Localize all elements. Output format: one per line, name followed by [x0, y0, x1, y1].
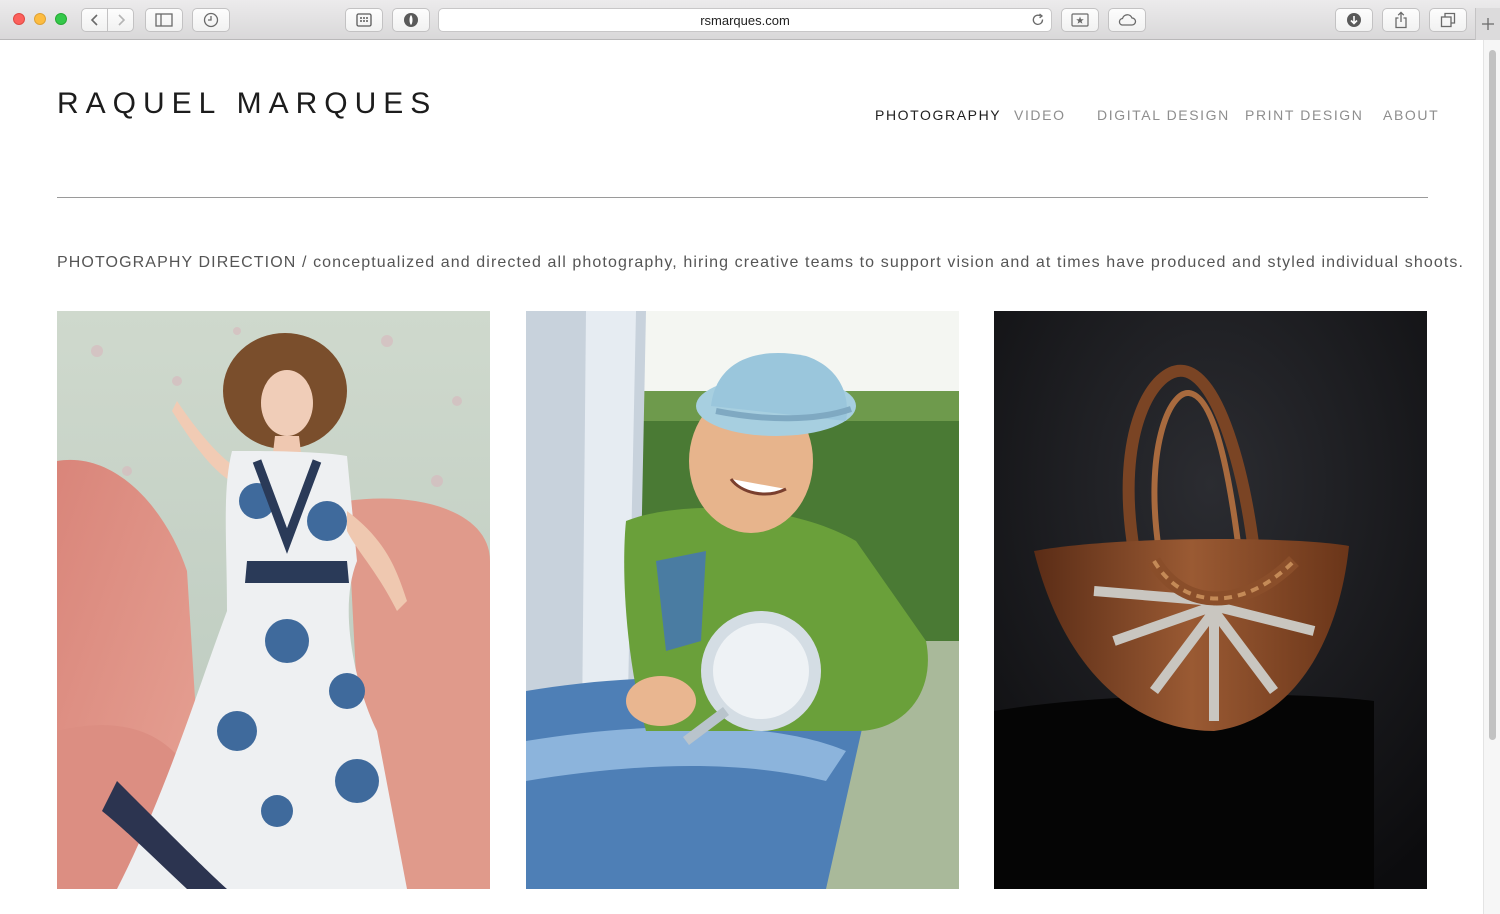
chevron-left-icon — [90, 14, 98, 26]
icloud-tabs-button[interactable] — [1108, 8, 1146, 32]
sidebar-icon — [155, 13, 173, 27]
reading-list-button[interactable] — [1061, 8, 1099, 32]
scrollbar-thumb[interactable] — [1489, 50, 1496, 740]
nav-about[interactable]: ABOUT — [1383, 107, 1439, 123]
history-clock-icon — [203, 12, 219, 28]
page-scrollbar[interactable] — [1483, 40, 1500, 914]
back-button[interactable] — [81, 8, 108, 32]
url-text: rsmarques.com — [700, 12, 790, 28]
main-navigation: PHOTOGRAPHY VIDEO DIGITAL DESIGN PRINT D… — [0, 107, 1438, 125]
star-icon — [1071, 13, 1089, 27]
top-sites-button[interactable] — [345, 8, 383, 32]
sidebar-button[interactable] — [145, 8, 183, 32]
photography-intro-text: PHOTOGRAPHY DIRECTION / conceptualized a… — [57, 254, 1465, 271]
chevron-right-icon — [117, 14, 125, 26]
grid-icon — [356, 13, 372, 27]
photo-leather-handbag[interactable] — [994, 311, 1427, 889]
reload-icon[interactable] — [1031, 13, 1045, 27]
nav-video[interactable]: VIDEO — [1014, 107, 1066, 123]
share-icon — [1395, 11, 1407, 29]
share-button[interactable] — [1382, 8, 1420, 32]
tab-overview-button[interactable] — [1429, 8, 1467, 32]
browser-toolbar: rsmarques.com — [0, 0, 1500, 40]
cloud-icon — [1118, 14, 1137, 26]
download-icon — [1347, 13, 1361, 27]
zoom-window-button[interactable] — [55, 13, 67, 25]
nav-digital-design[interactable]: DIGITAL DESIGN — [1097, 107, 1230, 123]
close-window-button[interactable] — [13, 13, 25, 25]
new-tab-button[interactable] — [1475, 8, 1500, 40]
forward-button[interactable] — [107, 8, 134, 32]
photo-handbag-illustration — [994, 311, 1427, 889]
nav-print-design[interactable]: PRINT DESIGN — [1245, 107, 1364, 123]
minimize-window-button[interactable] — [34, 13, 46, 25]
photo-man-illustration — [526, 311, 959, 889]
privacy-shield-icon — [404, 13, 418, 27]
photo-woman-illustration — [57, 311, 490, 889]
plus-icon — [1482, 18, 1494, 30]
address-bar[interactable]: rsmarques.com — [438, 8, 1052, 32]
nav-photography[interactable]: PHOTOGRAPHY — [875, 107, 1001, 123]
privacy-button[interactable] — [392, 8, 430, 32]
photo-man-in-car[interactable] — [526, 311, 959, 889]
photo-woman-floral-dress[interactable] — [57, 311, 490, 889]
history-button[interactable] — [192, 8, 230, 32]
tabs-icon — [1440, 12, 1456, 28]
downloads-button[interactable] — [1335, 8, 1373, 32]
header-divider — [57, 197, 1428, 198]
